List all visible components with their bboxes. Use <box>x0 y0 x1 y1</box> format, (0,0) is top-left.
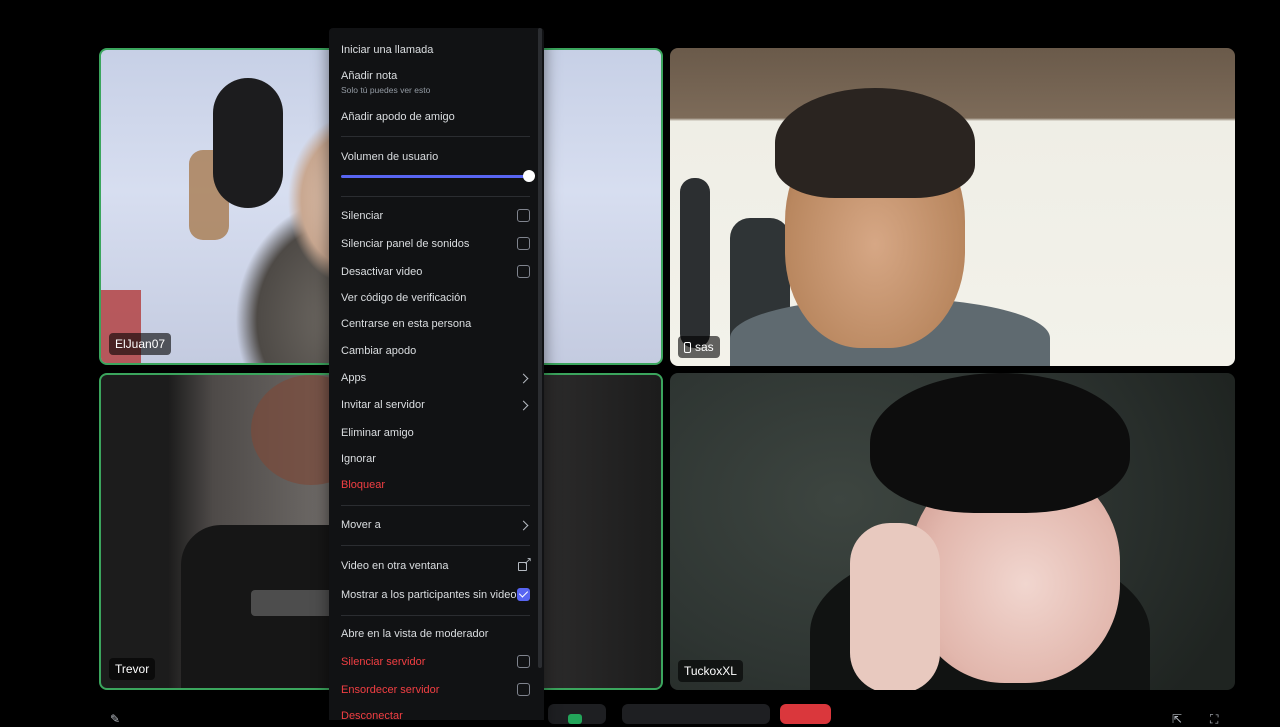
participant-nameplate: sas <box>678 336 720 358</box>
menu-item-label: Añadir apodo de amigo <box>341 111 455 123</box>
menu-item-label: Centrarse en esta persona <box>341 318 472 330</box>
menu-item-label: Video en otra ventana <box>341 560 449 572</box>
checkbox[interactable] <box>517 209 530 222</box>
menu-item-label: Ignorar <box>341 453 376 465</box>
menu-item-label: Desconectar <box>341 710 403 720</box>
user-volume-slider[interactable] <box>341 170 535 182</box>
menu-item-label: Mostrar a los participantes sin video <box>341 588 517 601</box>
phone-icon <box>684 341 691 353</box>
menu-item-label: Eliminar amigo <box>341 427 414 439</box>
video-content <box>870 373 1130 513</box>
menu-item-moderator-view[interactable]: Abre en la vista de moderador <box>341 628 530 640</box>
menu-item-remove-friend[interactable]: Eliminar amigo <box>341 427 530 439</box>
menu-item-label: Ensordecer servidor <box>341 683 440 696</box>
video-content <box>680 178 710 348</box>
menu-item-label: Añadir nota Solo tú puedes ver esto <box>341 70 430 95</box>
menu-item-apps[interactable]: Apps <box>341 372 530 384</box>
menu-item-label: Iniciar una llamada <box>341 44 434 56</box>
menu-separator <box>341 545 530 546</box>
menu-item-label: Invitar al servidor <box>341 399 425 411</box>
menu-item-move-to[interactable]: Mover a <box>341 519 530 531</box>
camera-button[interactable] <box>548 704 606 724</box>
participant-nameplate: Trevor <box>109 658 156 680</box>
menu-separator <box>341 136 530 137</box>
menu-item-label: Abre en la vista de moderador <box>341 628 489 640</box>
menu-separator <box>341 505 530 506</box>
checkbox[interactable] <box>517 265 530 278</box>
call-stage: ElJuan07 sas Trevor TuckoxXL ✎ ⇱ ⛶ Inici… <box>0 0 1280 726</box>
participant-nameplate: ElJuan07 <box>109 333 172 355</box>
menu-item-label: Volumen de usuario <box>341 151 439 163</box>
menu-item-add-friend-nickname[interactable]: Añadir apodo de amigo <box>341 111 530 123</box>
menu-item-label: Cambiar apodo <box>341 345 417 357</box>
popout-icon[interactable]: ⇱ <box>1172 712 1182 726</box>
menu-item-change-nickname[interactable]: Cambiar apodo <box>341 345 530 357</box>
user-context-menu: Iniciar una llamada Añadir nota Solo tú … <box>329 28 544 720</box>
pencil-icon[interactable]: ✎ <box>110 712 120 726</box>
video-content <box>251 590 341 616</box>
menu-item-disable-video[interactable]: Desactivar video <box>341 265 530 278</box>
video-content <box>850 523 940 690</box>
participant-nameplate: TuckoxXL <box>678 660 743 682</box>
menu-item-label: Silenciar panel de sonidos <box>341 237 470 250</box>
menu-item-focus-person[interactable]: Centrarse en esta persona <box>341 318 530 330</box>
participant-name: ElJuan07 <box>115 337 166 351</box>
menu-item-server-deafen[interactable]: Ensordecer servidor <box>341 683 530 696</box>
disconnect-call-button[interactable] <box>780 704 831 724</box>
checkbox-checked[interactable] <box>517 588 530 601</box>
chevron-right-icon <box>518 373 529 383</box>
menu-item-user-volume: Volumen de usuario <box>341 151 530 163</box>
menu-item-disconnect[interactable]: Desconectar <box>341 710 530 720</box>
checkbox[interactable] <box>517 683 530 696</box>
participant-name: sas <box>695 340 714 354</box>
menu-item-label: Mover a <box>341 519 381 531</box>
menu-item-block[interactable]: Bloquear <box>341 479 530 491</box>
checkbox[interactable] <box>517 237 530 250</box>
checkbox[interactable] <box>517 655 530 668</box>
video-content <box>775 88 975 198</box>
activity-button-group[interactable] <box>622 704 770 724</box>
menu-item-ignore[interactable]: Ignorar <box>341 453 530 465</box>
menu-item-start-call[interactable]: Iniciar una llamada <box>341 44 530 56</box>
menu-item-label: Silenciar servidor <box>341 655 426 668</box>
menu-item-add-note[interactable]: Añadir nota Solo tú puedes ver esto <box>341 70 530 95</box>
menu-item-mute[interactable]: Silenciar <box>341 209 530 222</box>
menu-item-show-non-video[interactable]: Mostrar a los participantes sin video <box>341 588 530 601</box>
popout-icon <box>518 556 532 572</box>
menu-item-invite-server[interactable]: Invitar al servidor <box>341 399 530 411</box>
menu-item-label: Desactivar video <box>341 265 423 278</box>
menu-item-view-verification-code[interactable]: Ver código de verificación <box>341 292 530 304</box>
menu-item-subtitle: Solo tú puedes ver esto <box>341 85 431 95</box>
chevron-right-icon <box>518 400 529 410</box>
menu-item-title: Añadir nota <box>341 70 398 82</box>
slider-thumb[interactable] <box>523 170 535 182</box>
menu-scrollbar[interactable] <box>538 28 542 668</box>
menu-item-label: Bloquear <box>341 479 386 491</box>
menu-item-label: Ver código de verificación <box>341 292 467 304</box>
menu-separator <box>341 196 530 197</box>
menu-item-label: Apps <box>341 372 367 384</box>
chevron-right-icon <box>518 520 529 530</box>
menu-separator <box>341 615 530 616</box>
menu-item-video-popout[interactable]: Video en otra ventana <box>341 556 532 572</box>
menu-item-label: Silenciar <box>341 209 384 222</box>
camera-icon <box>568 714 582 724</box>
video-tile-tuckoxxl[interactable]: TuckoxXL <box>670 373 1235 690</box>
menu-item-mute-soundboard[interactable]: Silenciar panel de sonidos <box>341 237 530 250</box>
video-content <box>213 78 283 208</box>
participant-name: Trevor <box>115 662 150 676</box>
menu-item-server-mute[interactable]: Silenciar servidor <box>341 655 530 668</box>
video-tile-sas[interactable]: sas <box>670 48 1235 366</box>
participant-name: TuckoxXL <box>684 664 737 678</box>
